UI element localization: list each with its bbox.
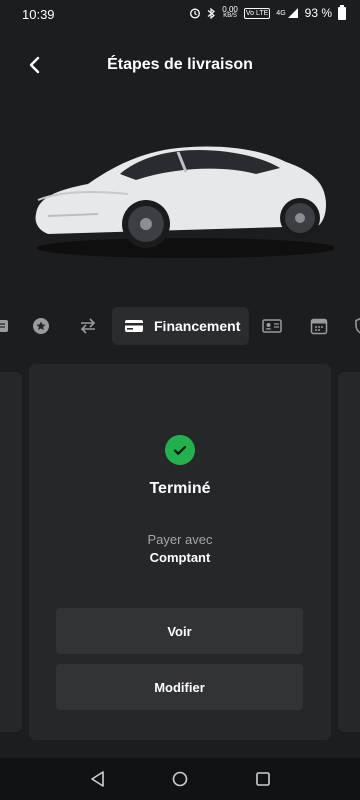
document-icon: [0, 320, 8, 332]
signal-icon: [287, 8, 298, 18]
step-document[interactable]: [0, 316, 12, 336]
network-indicator: 4G: [276, 7, 298, 19]
bluetooth-icon: [207, 7, 216, 19]
nav-back-icon[interactable]: [89, 770, 107, 788]
step-financing-label: Financement: [154, 318, 241, 334]
status-time: 10:39: [22, 7, 55, 22]
step-identity[interactable]: [262, 316, 282, 336]
calendar-icon: [310, 318, 328, 335]
step-schedule[interactable]: [309, 316, 329, 336]
battery-icon: [338, 4, 346, 20]
battery-percent: 93 %: [304, 6, 332, 20]
step-insurance[interactable]: [352, 316, 360, 336]
nav-home-icon[interactable]: [171, 770, 189, 788]
alarm-icon: [190, 8, 201, 19]
volte-badge: Vo LTE: [243, 7, 271, 19]
star-badge-icon: [33, 318, 49, 334]
system-nav-bar: [0, 758, 360, 800]
step-financing[interactable]: Financement: [112, 307, 249, 345]
shield-icon: [355, 318, 360, 334]
step-badge[interactable]: [31, 316, 51, 336]
delivery-steps: Financement: [0, 306, 360, 346]
previous-step-card[interactable]: [0, 372, 22, 732]
payment-value: Comptant: [149, 550, 211, 565]
page-title: Étapes de livraison: [107, 56, 253, 73]
nav-recents-icon[interactable]: [254, 770, 272, 788]
check-icon: [173, 445, 187, 455]
success-badge: [165, 435, 195, 465]
header: Étapes de livraison: [0, 44, 360, 84]
payment-label: Payer avec: [147, 532, 213, 547]
data-speed: 0,00 KB/S: [222, 5, 238, 20]
credit-card-icon: [125, 320, 143, 332]
step-status: Terminé: [149, 480, 211, 497]
edit-button[interactable]: Modifier: [56, 664, 303, 710]
view-button[interactable]: Voir: [56, 608, 303, 654]
step-trade-in[interactable]: [78, 316, 98, 336]
status-icons: 0,00 KB/S Vo LTE 4G 93 %: [189, 4, 346, 20]
financing-card: Terminé Payer avec Comptant Voir Modifie…: [29, 364, 331, 740]
car-image: [35, 146, 334, 258]
status-bar: 10:39 0,00 KB/S Vo LTE 4G 93 %: [0, 0, 360, 28]
id-card-icon: [262, 319, 282, 333]
next-step-card[interactable]: [338, 372, 360, 732]
swap-arrows-icon: [80, 318, 96, 334]
